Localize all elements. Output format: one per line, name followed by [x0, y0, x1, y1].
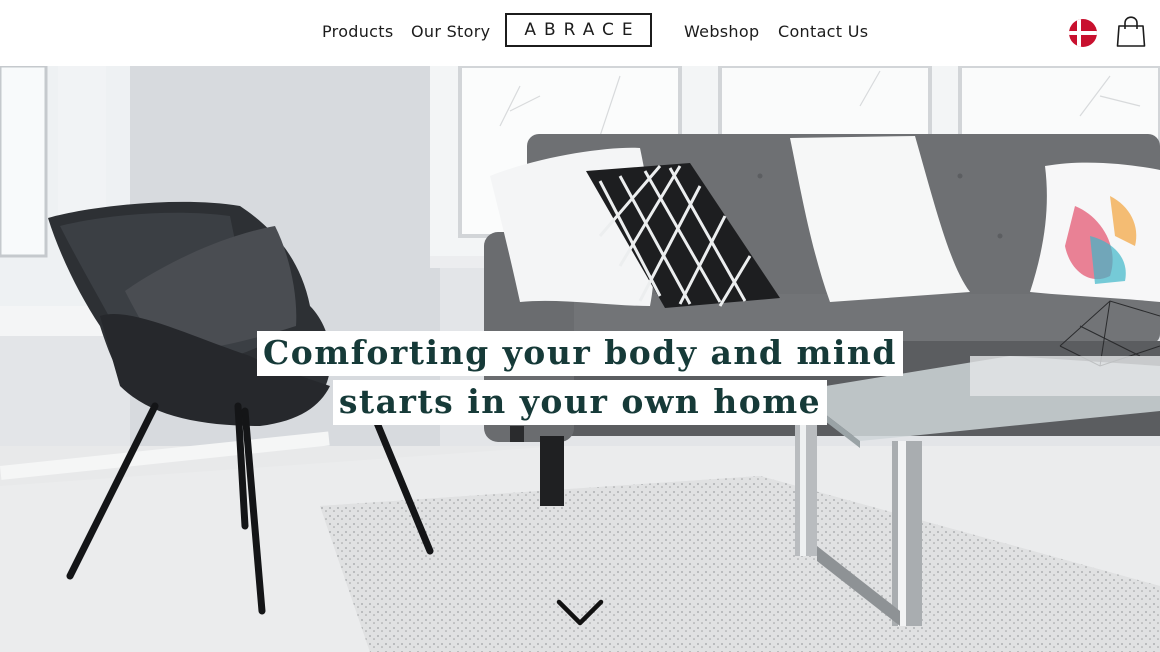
hero-headline-line2-text: starts in your own home [332, 380, 828, 425]
hero-headline-line1: Comforting your body and mind [0, 331, 1160, 376]
nav-our-story[interactable]: Our Story [411, 22, 490, 41]
shopping-bag-icon[interactable] [1116, 16, 1146, 48]
hero-headline-line1-text: Comforting your body and mind [257, 331, 903, 376]
nav-products[interactable]: Products [322, 22, 394, 41]
logo-text: ABRACE [524, 20, 641, 40]
hero-banner: Comforting your body and mind starts in … [0, 66, 1160, 652]
nav-webshop[interactable]: Webshop [684, 22, 759, 41]
logo[interactable]: ABRACE [505, 13, 652, 47]
danish-flag-icon[interactable] [1069, 19, 1097, 47]
nav-contact-us[interactable]: Contact Us [778, 22, 868, 41]
hero-headline-line2: starts in your own home [0, 380, 1160, 425]
chevron-down-icon[interactable] [555, 594, 605, 634]
site-header: Products Our Story ABRACE Webshop Contac… [0, 0, 1160, 66]
